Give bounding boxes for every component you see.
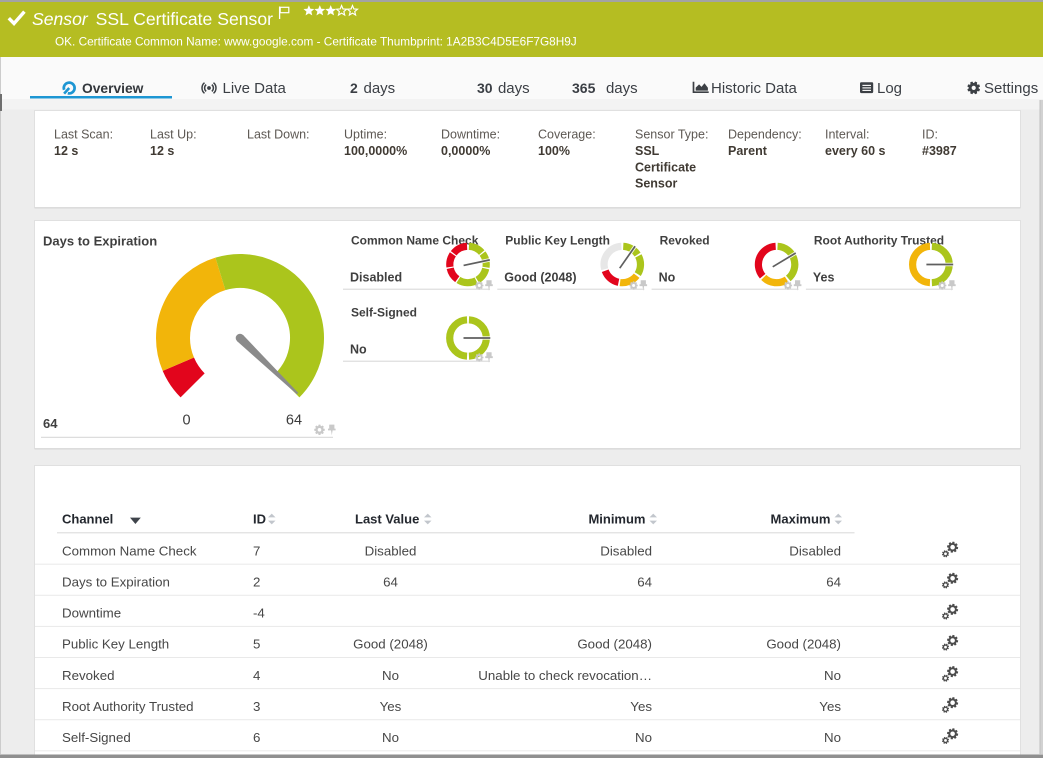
svg-text:12 s: 12 s <box>150 144 174 158</box>
svg-text:Coverage:: Coverage: <box>538 128 596 142</box>
svg-text:OK. Certificate Common Name: w: OK. Certificate Common Name: www.google.… <box>55 35 577 49</box>
svg-text:Minimum: Minimum <box>588 512 645 527</box>
svg-text:Downtime: Downtime <box>62 606 121 621</box>
svg-text:Sensor Type:: Sensor Type: <box>635 128 708 142</box>
svg-text:Yes: Yes <box>819 699 841 714</box>
svg-text:Parent: Parent <box>728 144 768 158</box>
svg-text:Last Scan:: Last Scan: <box>54 128 113 142</box>
svg-text:6: 6 <box>253 730 260 745</box>
svg-text:Maximum: Maximum <box>771 512 831 527</box>
svg-text:Interval:: Interval: <box>825 128 869 142</box>
svg-text:SSL: SSL <box>635 144 660 158</box>
svg-text:64: 64 <box>637 575 652 590</box>
svg-text:30days: 30days <box>477 80 530 97</box>
svg-text:Disabled: Disabled <box>789 543 841 558</box>
svg-text:64: 64 <box>43 416 58 431</box>
svg-text:3: 3 <box>253 699 260 714</box>
svg-text:No: No <box>350 343 367 357</box>
svg-text:Public Key Length: Public Key Length <box>62 637 169 652</box>
svg-text:#3987: #3987 <box>922 144 957 158</box>
svg-text:ID: ID <box>253 512 266 527</box>
svg-text:100%: 100% <box>538 144 570 158</box>
svg-text:Overview: Overview <box>82 81 144 96</box>
svg-text:Sensor SSL Certificate Sensor: Sensor SSL Certificate Sensor <box>32 9 273 29</box>
svg-text:every 60 s: every 60 s <box>825 144 886 158</box>
svg-text:No: No <box>382 730 399 745</box>
svg-text:Uptime:: Uptime: <box>344 128 387 142</box>
svg-text:Last Down:: Last Down: <box>247 128 310 142</box>
svg-text:No: No <box>659 271 676 285</box>
svg-text:Good (2048): Good (2048) <box>353 637 428 652</box>
svg-text:0,0000%: 0,0000% <box>441 144 490 158</box>
svg-text:Downtime:: Downtime: <box>441 128 500 142</box>
svg-text:100,0000%: 100,0000% <box>344 144 407 158</box>
svg-text:No: No <box>635 730 652 745</box>
svg-text:7: 7 <box>253 543 260 558</box>
svg-text:Unable to check revocation…: Unable to check revocation… <box>478 668 652 683</box>
svg-text:Sensor: Sensor <box>635 177 678 191</box>
svg-text:Log: Log <box>877 80 902 97</box>
svg-text:0: 0 <box>182 413 190 429</box>
svg-text:Last Up:: Last Up: <box>150 128 197 142</box>
svg-text:64: 64 <box>383 575 398 590</box>
svg-text:Disabled: Disabled <box>350 271 402 285</box>
svg-text:Days to Expiration: Days to Expiration <box>62 575 170 590</box>
svg-text:Good (2048): Good (2048) <box>766 637 841 652</box>
svg-text:Historic Data: Historic Data <box>711 80 798 97</box>
svg-text:Yes: Yes <box>630 699 652 714</box>
svg-text:64: 64 <box>826 575 841 590</box>
svg-text:4: 4 <box>253 668 260 683</box>
svg-text:No: No <box>824 668 841 683</box>
svg-text:Yes: Yes <box>380 699 402 714</box>
svg-text:5: 5 <box>253 637 260 652</box>
svg-text:Disabled: Disabled <box>365 543 417 558</box>
svg-text:Self-Signed: Self-Signed <box>351 306 417 320</box>
svg-text:Revoked: Revoked <box>62 668 114 683</box>
svg-text:64: 64 <box>286 413 302 429</box>
svg-text:Channel: Channel <box>62 512 113 527</box>
svg-text:Last Value: Last Value <box>355 512 419 527</box>
svg-text:-4: -4 <box>253 606 265 621</box>
svg-text:Public Key Length: Public Key Length <box>505 234 610 248</box>
svg-text:Settings: Settings <box>984 80 1038 97</box>
svg-text:Yes: Yes <box>813 271 835 285</box>
svg-text:2: 2 <box>253 575 260 590</box>
svg-text:Good (2048): Good (2048) <box>577 637 652 652</box>
svg-text:Common Name Check: Common Name Check <box>62 543 197 558</box>
svg-text:Certificate: Certificate <box>635 160 696 174</box>
svg-text:Revoked: Revoked <box>660 234 710 248</box>
svg-text:Live Data: Live Data <box>223 80 287 97</box>
svg-text:No: No <box>382 668 399 683</box>
svg-text:Self-Signed: Self-Signed <box>62 730 131 745</box>
svg-text:No: No <box>824 730 841 745</box>
svg-text:Disabled: Disabled <box>600 543 652 558</box>
svg-text:Days to Expiration: Days to Expiration <box>43 234 157 249</box>
svg-text:Good (2048): Good (2048) <box>504 271 576 285</box>
svg-text:ID:: ID: <box>922 128 938 142</box>
svg-text:2days: 2days <box>350 80 395 97</box>
svg-text:Root Authority Trusted: Root Authority Trusted <box>62 699 194 714</box>
svg-text:12 s: 12 s <box>54 144 78 158</box>
svg-text:Dependency:: Dependency: <box>728 128 802 142</box>
